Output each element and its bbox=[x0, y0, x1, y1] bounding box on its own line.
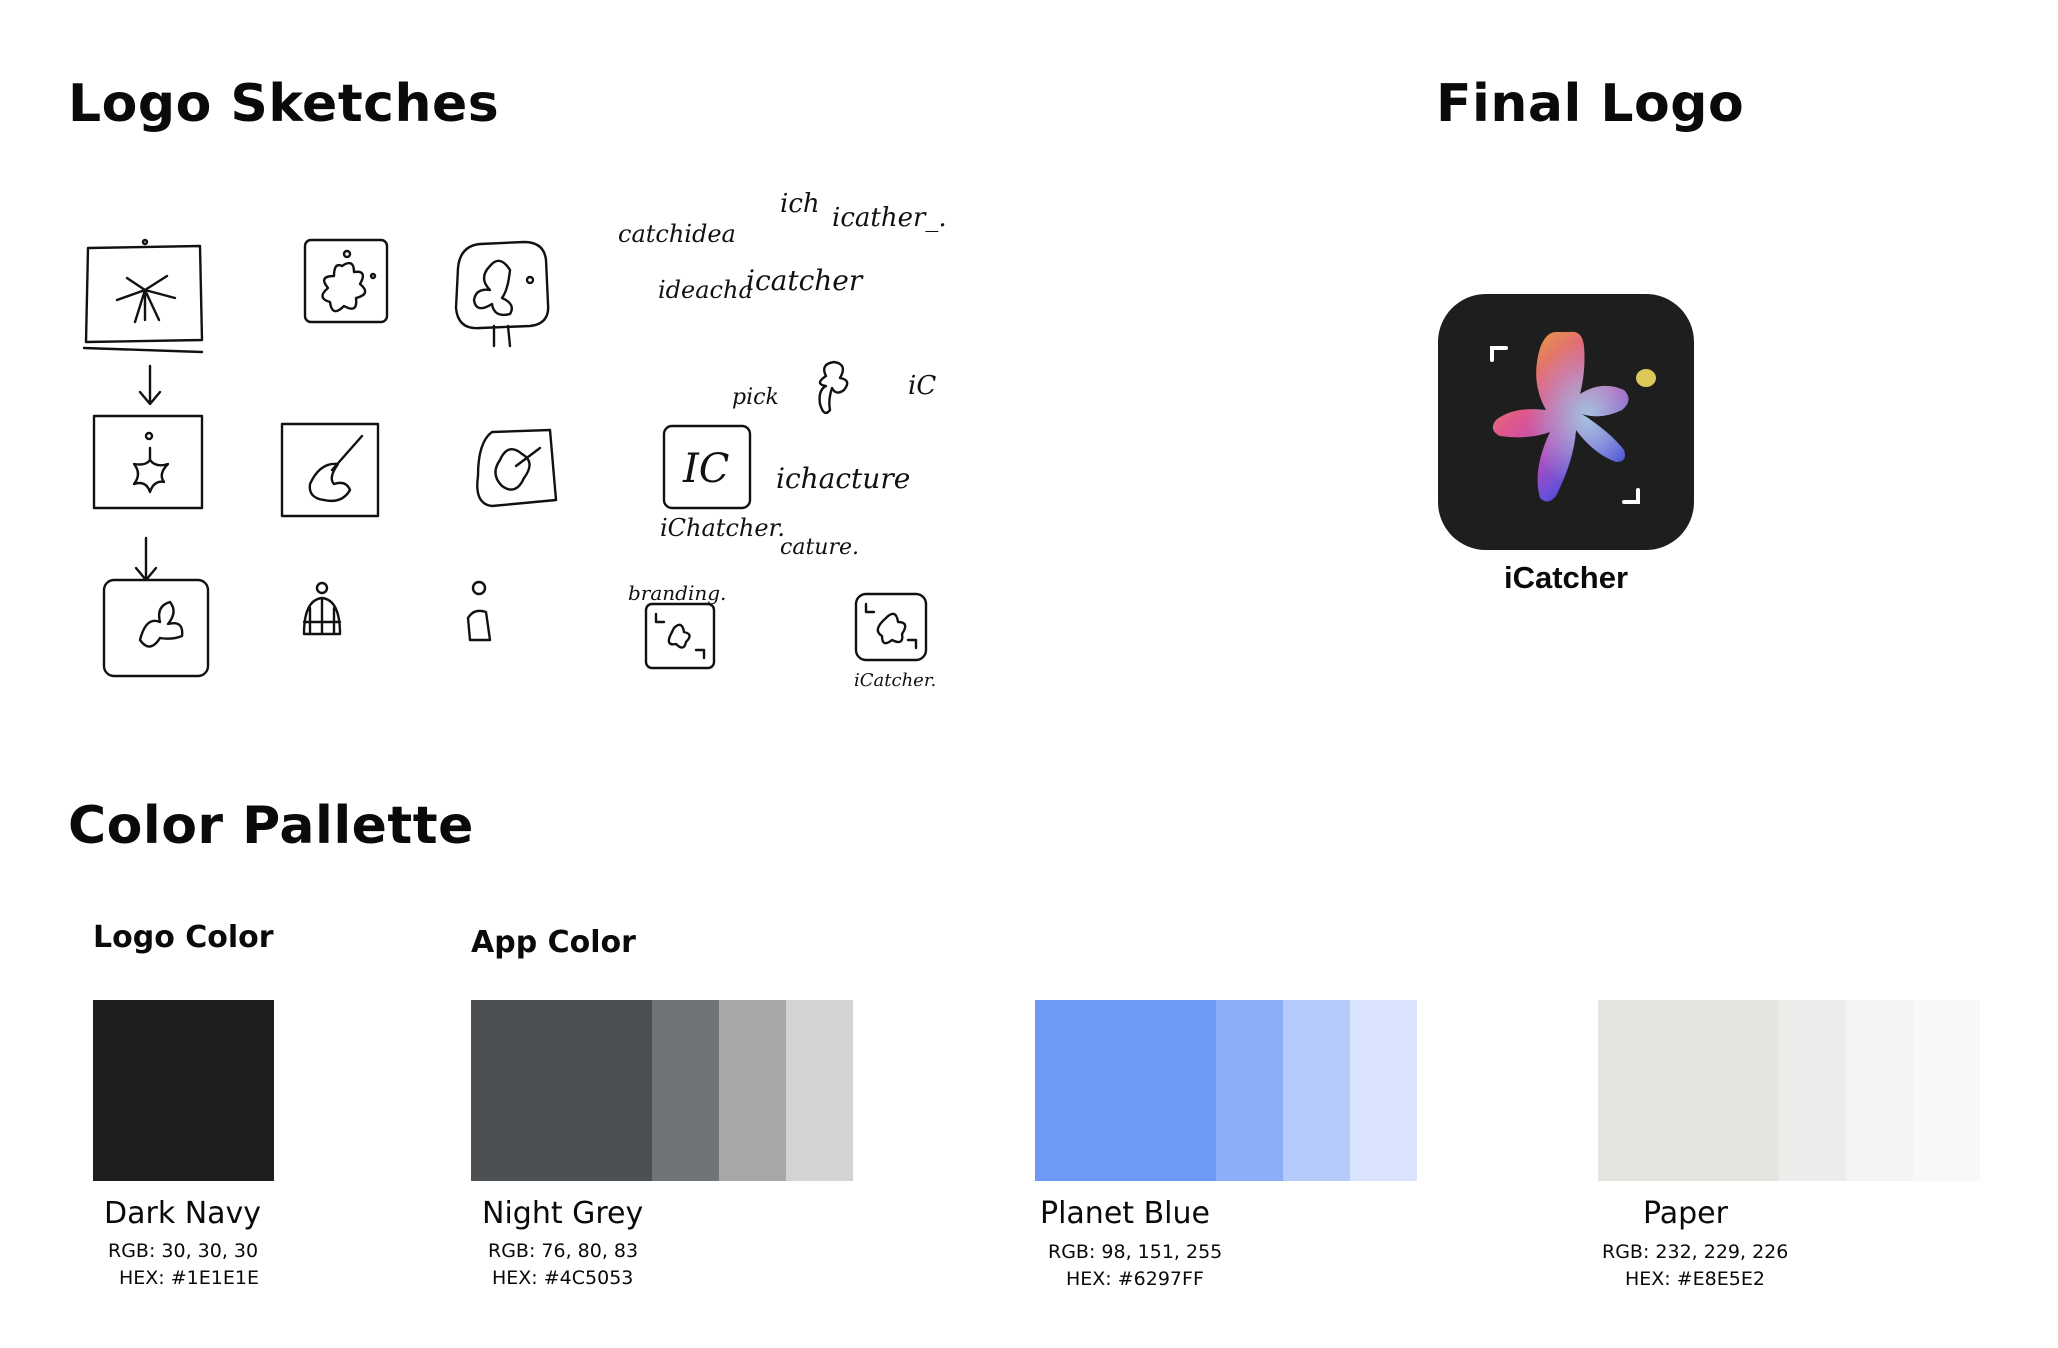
sketch-shape-float bbox=[818, 360, 849, 415]
color-rgb: RGB: 98, 151, 255 bbox=[1048, 1241, 1223, 1263]
sketch-frame-3 bbox=[454, 240, 550, 348]
sketch-note: iCatcher. bbox=[854, 670, 936, 691]
sketch-note: ich bbox=[780, 189, 820, 219]
color-name: Paper bbox=[1643, 1196, 1728, 1231]
color-name: Night Grey bbox=[482, 1196, 644, 1231]
sketch-frame-2 bbox=[303, 238, 389, 324]
logo-sketches-image: IC ich icather_. catchidea ideacha icatc… bbox=[60, 170, 980, 710]
swatch-tone bbox=[1350, 1000, 1417, 1181]
sketch-note: catchidea bbox=[618, 220, 736, 248]
swatch-dark-navy bbox=[93, 1000, 274, 1181]
logo-color-title: Logo Color bbox=[93, 920, 274, 955]
sketch-frame-9 bbox=[644, 602, 716, 670]
swatch-night-grey bbox=[471, 1000, 853, 1181]
color-name: Planet Blue bbox=[1040, 1196, 1210, 1231]
color-hex: HEX: #6297FF bbox=[1066, 1268, 1204, 1290]
color-hex: HEX: #4C5053 bbox=[492, 1267, 634, 1289]
color-name: Dark Navy bbox=[104, 1196, 262, 1231]
swatch-tone bbox=[1913, 1000, 1980, 1181]
sketch-note: ichacture bbox=[776, 462, 910, 495]
sketch-note: iC bbox=[908, 371, 936, 401]
sketch-note: branding. bbox=[628, 581, 726, 605]
swatch-tone bbox=[786, 1000, 853, 1181]
color-rgb: RGB: 30, 30, 30 bbox=[108, 1240, 259, 1262]
app-color-title: App Color bbox=[471, 925, 636, 960]
sketch-note: cature. bbox=[780, 535, 859, 560]
swatch-tone bbox=[1035, 1000, 1216, 1181]
sketch-note: icatcher bbox=[746, 264, 864, 297]
sketch-frame-5 bbox=[280, 422, 380, 518]
swatch-tone bbox=[93, 1000, 274, 1181]
sketch-cage bbox=[302, 581, 342, 636]
app-icon bbox=[1438, 294, 1694, 550]
sketch-frame-4 bbox=[92, 414, 204, 510]
swatch-paper bbox=[1598, 1000, 1980, 1181]
swatch-tone bbox=[1598, 1000, 1779, 1181]
sketch-note: iChatcher. bbox=[660, 514, 785, 542]
color-rgb: RGB: 232, 229, 226 bbox=[1602, 1241, 1789, 1263]
sketch-note: pick bbox=[732, 385, 779, 410]
final-logo-heading: Final Logo bbox=[1436, 74, 1745, 134]
sketch-note: IC bbox=[682, 446, 729, 492]
swatch-tone bbox=[1216, 1000, 1283, 1181]
sketch-note: ideacha bbox=[658, 276, 753, 304]
swatch-tone bbox=[652, 1000, 719, 1181]
sketch-tag bbox=[466, 580, 492, 642]
sketch-frame-10 bbox=[854, 592, 928, 662]
catcher-blob-icon bbox=[1492, 331, 1656, 502]
swatch-tone bbox=[719, 1000, 786, 1181]
color-rgb: RGB: 76, 80, 83 bbox=[488, 1240, 639, 1262]
sketch-frame-8 bbox=[102, 578, 210, 678]
sketches-heading: Logo Sketches bbox=[68, 74, 500, 134]
swatch-tone bbox=[471, 1000, 652, 1181]
color-hex: HEX: #1E1E1E bbox=[119, 1267, 259, 1289]
color-hex: HEX: #E8E5E2 bbox=[1625, 1268, 1765, 1290]
app-name: iCatcher bbox=[1503, 560, 1629, 595]
sketch-frame-7: IC bbox=[662, 424, 752, 510]
sketch-note: icather_. bbox=[832, 203, 947, 233]
swatch-tone bbox=[1283, 1000, 1350, 1181]
sketch-frame-1 bbox=[82, 238, 204, 354]
swatch-tone bbox=[1779, 1000, 1846, 1181]
swatch-tone bbox=[1846, 1000, 1913, 1181]
palette-heading: Color Pallette bbox=[68, 796, 474, 856]
sketch-frame-6 bbox=[476, 428, 558, 508]
swatch-planet-blue bbox=[1035, 1000, 1417, 1181]
